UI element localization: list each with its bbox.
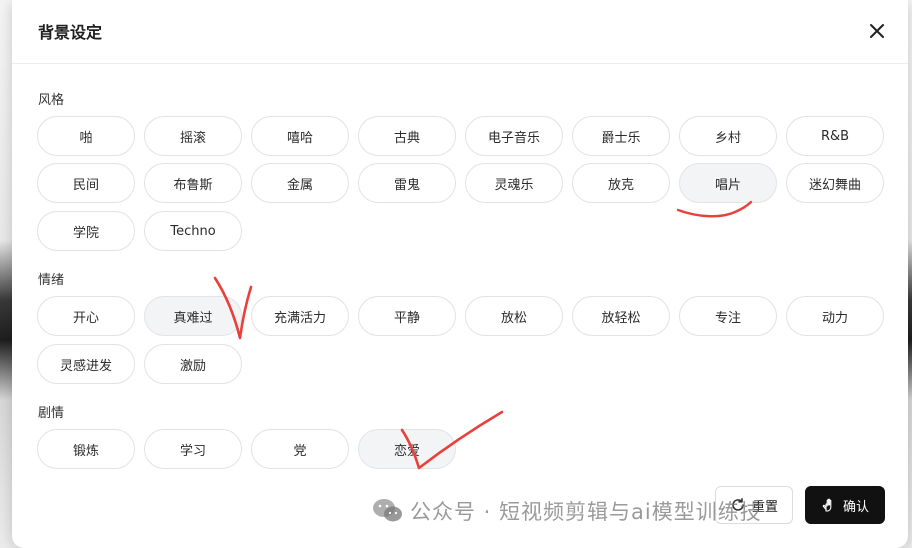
confirm-button[interactable]: 确认 xyxy=(805,486,885,524)
dialog-title: 背景设定 xyxy=(38,23,103,42)
chip-row: 学院 Techno xyxy=(37,211,242,251)
chip-option[interactable]: 动力 xyxy=(786,296,884,336)
chip-option[interactable]: 灵感进发 xyxy=(37,344,135,384)
chip-option[interactable]: 灵魂乐 xyxy=(465,163,563,203)
chip-option[interactable]: 放松 xyxy=(465,296,563,336)
chip-option[interactable]: 平静 xyxy=(358,296,456,336)
dialog-header: 背景设定 xyxy=(12,0,908,64)
chip-option[interactable]: 乡村 xyxy=(679,116,777,156)
chip-option[interactable]: 雷鬼 xyxy=(358,163,456,203)
close-button[interactable] xyxy=(866,20,888,42)
chip-option[interactable]: 啪 xyxy=(37,116,135,156)
chip-row: 开心 真难过 充满活力 平静 放松 放轻松 专注 动力 xyxy=(37,296,884,336)
chip-option[interactable]: 放轻松 xyxy=(572,296,670,336)
hand-icon xyxy=(822,498,832,512)
chip-option[interactable]: R&B xyxy=(786,116,884,156)
reset-icon xyxy=(732,498,744,511)
chip-option[interactable]: Techno xyxy=(144,211,242,251)
chip-option[interactable]: 摇滚 xyxy=(144,116,242,156)
background-settings-dialog: 背景设定 风格 啪 摇滚 嘻哈 古典 电子音乐 爵士乐 乡村 R&B 民间 布鲁… xyxy=(12,0,908,548)
chip-option[interactable]: 放克 xyxy=(572,163,670,203)
chip-option[interactable]: 学院 xyxy=(37,211,135,251)
section-label-mood: 情绪 xyxy=(38,273,65,288)
chip-option[interactable]: 古典 xyxy=(358,116,456,156)
reset-button[interactable]: 重置 xyxy=(715,486,793,524)
chip-option[interactable]: 激励 xyxy=(144,344,242,384)
chip-option[interactable]: 金属 xyxy=(251,163,349,203)
chip-option[interactable]: 布鲁斯 xyxy=(144,163,242,203)
chip-option[interactable]: 专注 xyxy=(679,296,777,336)
chip-row: 锻炼 学习 党 恋爱 xyxy=(37,429,456,469)
chip-row: 民间 布鲁斯 金属 雷鬼 灵魂乐 放克 唱片 迷幻舞曲 xyxy=(37,163,884,203)
section-label-style: 风格 xyxy=(38,93,65,108)
chip-option[interactable]: 锻炼 xyxy=(37,429,135,469)
chip-option-selected[interactable]: 真难过 xyxy=(144,296,242,336)
chip-option[interactable]: 迷幻舞曲 xyxy=(786,163,884,203)
chip-option[interactable]: 嘻哈 xyxy=(251,116,349,156)
chip-option[interactable]: 爵士乐 xyxy=(572,116,670,156)
section-label-plot: 剧情 xyxy=(38,406,65,421)
reset-label: 重置 xyxy=(751,499,778,515)
chip-option-selected[interactable]: 唱片 xyxy=(679,163,777,203)
chip-row: 啪 摇滚 嘻哈 古典 电子音乐 爵士乐 乡村 R&B xyxy=(37,116,884,156)
chip-option[interactable]: 充满活力 xyxy=(251,296,349,336)
chip-option[interactable]: 党 xyxy=(251,429,349,469)
chip-option[interactable]: 开心 xyxy=(37,296,135,336)
confirm-label: 确认 xyxy=(842,499,869,515)
chip-option[interactable]: 学习 xyxy=(144,429,242,469)
chip-option[interactable]: 民间 xyxy=(37,163,135,203)
chip-option-selected[interactable]: 恋爱 xyxy=(358,429,456,469)
page: 背景设定 风格 啪 摇滚 嘻哈 古典 电子音乐 爵士乐 乡村 R&B 民间 布鲁… xyxy=(0,0,912,548)
close-icon xyxy=(870,24,884,38)
chip-row: 灵感进发 激励 xyxy=(37,344,242,384)
chip-option[interactable]: 电子音乐 xyxy=(465,116,563,156)
